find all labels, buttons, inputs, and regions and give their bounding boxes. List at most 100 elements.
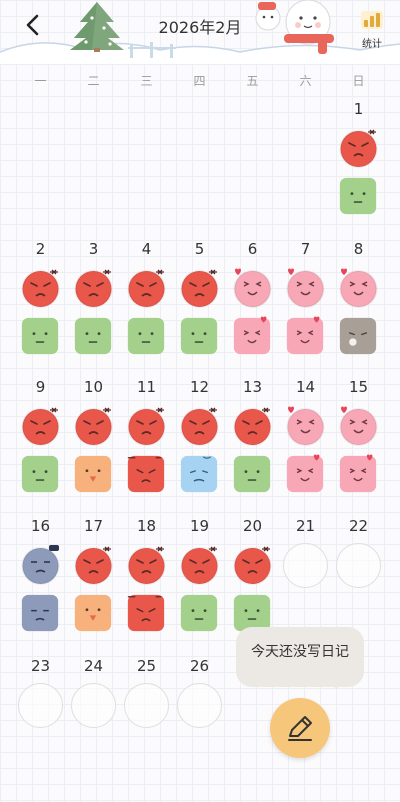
happy-mood-icon[interactable] bbox=[284, 404, 327, 447]
happy-mood-icon[interactable] bbox=[284, 266, 327, 309]
day-cell-19[interactable]: 19 bbox=[173, 517, 226, 647]
happy-sticker-icon[interactable] bbox=[232, 316, 272, 356]
empty-mood-slot[interactable] bbox=[336, 543, 381, 588]
angry-mood-icon[interactable] bbox=[72, 404, 115, 447]
day-cell-18[interactable]: 18 bbox=[120, 517, 173, 647]
weary-sticker-icon[interactable] bbox=[338, 316, 378, 356]
calm-sticker-icon[interactable] bbox=[20, 454, 60, 494]
day-number: 6 bbox=[247, 240, 258, 258]
day-cell-9[interactable]: 9 bbox=[14, 378, 67, 508]
sad-sticker-icon[interactable] bbox=[179, 454, 219, 494]
happy-sticker-icon[interactable] bbox=[285, 454, 325, 494]
day-cell-10[interactable]: 10 bbox=[67, 378, 120, 508]
angry-mood-icon[interactable] bbox=[125, 543, 168, 586]
happy-sticker-icon[interactable] bbox=[285, 316, 325, 356]
reminder-text: 今天还没写日记 bbox=[251, 644, 349, 660]
angry-mood-icon[interactable] bbox=[125, 404, 168, 447]
day-cell-6[interactable]: 6 bbox=[226, 240, 279, 370]
day-cell-7[interactable]: 7 bbox=[279, 240, 332, 370]
weekday-row: 一 二 三 四 五 六 日 bbox=[14, 72, 388, 90]
day-cell-14[interactable]: 14 bbox=[279, 378, 332, 508]
angry-mood-icon[interactable] bbox=[178, 543, 221, 586]
calm-sticker-icon[interactable] bbox=[20, 316, 60, 356]
day-cell-15[interactable]: 15 bbox=[332, 378, 385, 508]
day-number: 20 bbox=[242, 517, 263, 535]
day-number: 21 bbox=[295, 517, 316, 535]
header: 2026年2月 统计 bbox=[0, 0, 400, 64]
day-cell-2[interactable]: 2 bbox=[14, 240, 67, 370]
calm-sticker-icon[interactable] bbox=[338, 176, 378, 216]
day-cell-26[interactable]: 26 bbox=[173, 657, 226, 787]
write-diary-button[interactable] bbox=[270, 698, 330, 758]
day-cell-5[interactable]: 5 bbox=[173, 240, 226, 370]
day-cell-12[interactable]: 12 bbox=[173, 378, 226, 508]
calm-sticker-icon[interactable] bbox=[73, 316, 113, 356]
day-cell-11[interactable]: 11 bbox=[120, 378, 173, 508]
day-cell-25[interactable]: 25 bbox=[120, 657, 173, 787]
weekday-label: 一 bbox=[34, 74, 47, 88]
happy-mood-icon[interactable] bbox=[337, 266, 380, 309]
angry-mood-icon[interactable] bbox=[19, 404, 62, 447]
day-number: 24 bbox=[83, 657, 104, 675]
happy-mood-icon[interactable] bbox=[337, 404, 380, 447]
snowman-decoration bbox=[255, 0, 334, 54]
angry-mood-icon[interactable] bbox=[178, 404, 221, 447]
angry-mood-icon[interactable] bbox=[231, 543, 274, 586]
stats-button[interactable]: 统计 bbox=[356, 10, 388, 50]
angry-mood-icon[interactable] bbox=[178, 266, 221, 309]
day-number: 2 bbox=[35, 240, 46, 258]
tired-mood-icon[interactable] bbox=[19, 543, 62, 586]
stats-label: 统计 bbox=[362, 39, 382, 50]
day-number: 23 bbox=[30, 657, 51, 675]
weekday-label: 三 bbox=[140, 74, 153, 88]
angry-mood-icon[interactable] bbox=[72, 266, 115, 309]
day-cell-24[interactable]: 24 bbox=[67, 657, 120, 787]
angry-sticker-icon[interactable] bbox=[126, 454, 166, 494]
happy-sticker-icon[interactable] bbox=[338, 454, 378, 494]
day-number: 11 bbox=[136, 378, 157, 396]
day-number: 15 bbox=[348, 378, 369, 396]
day-number: 14 bbox=[295, 378, 316, 396]
empty-mood-slot[interactable] bbox=[18, 683, 63, 728]
empty-mood-slot[interactable] bbox=[283, 543, 328, 588]
day-cell-8[interactable]: 8 bbox=[332, 240, 385, 370]
day-number: 5 bbox=[194, 240, 205, 258]
calm-sticker-icon[interactable] bbox=[179, 593, 219, 633]
day-number: 3 bbox=[88, 240, 99, 258]
happy-mood-icon[interactable] bbox=[231, 266, 274, 309]
tired-sticker-icon[interactable] bbox=[20, 593, 60, 633]
angry-mood-icon[interactable] bbox=[19, 266, 62, 309]
day-number: 13 bbox=[242, 378, 263, 396]
angry-mood-icon[interactable] bbox=[72, 543, 115, 586]
day-cell-17[interactable]: 17 bbox=[67, 517, 120, 647]
empty-mood-slot[interactable] bbox=[177, 683, 222, 728]
excited-sticker-icon[interactable] bbox=[73, 454, 113, 494]
weekday-label: 二 bbox=[87, 74, 100, 88]
weekday-label: 五 bbox=[246, 74, 259, 88]
day-number: 4 bbox=[141, 240, 152, 258]
day-number: 10 bbox=[83, 378, 104, 396]
day-number: 12 bbox=[189, 378, 210, 396]
angry-mood-icon[interactable] bbox=[337, 126, 380, 169]
day-number: 9 bbox=[35, 378, 46, 396]
excited-sticker-icon[interactable] bbox=[73, 593, 113, 633]
day-cell-4[interactable]: 4 bbox=[120, 240, 173, 370]
empty-mood-slot[interactable] bbox=[71, 683, 116, 728]
calm-sticker-icon[interactable] bbox=[232, 454, 272, 494]
month-title[interactable]: 2026年2月 bbox=[150, 14, 250, 38]
angry-mood-icon[interactable] bbox=[125, 266, 168, 309]
calm-sticker-icon[interactable] bbox=[179, 316, 219, 356]
day-number: 7 bbox=[300, 240, 311, 258]
angry-mood-icon[interactable] bbox=[231, 404, 274, 447]
day-cell-13[interactable]: 13 bbox=[226, 378, 279, 508]
back-arrow-icon[interactable] bbox=[18, 10, 48, 40]
day-cell-3[interactable]: 3 bbox=[67, 240, 120, 370]
empty-mood-slot[interactable] bbox=[124, 683, 169, 728]
angry-sticker-icon[interactable] bbox=[126, 593, 166, 633]
day-cell-23[interactable]: 23 bbox=[14, 657, 67, 787]
calm-sticker-icon[interactable] bbox=[126, 316, 166, 356]
day-cell-16[interactable]: 16 bbox=[14, 517, 67, 647]
day-number: 22 bbox=[348, 517, 369, 535]
christmas-tree-decoration bbox=[70, 2, 124, 52]
day-cell-1[interactable]: 1 bbox=[332, 100, 385, 230]
